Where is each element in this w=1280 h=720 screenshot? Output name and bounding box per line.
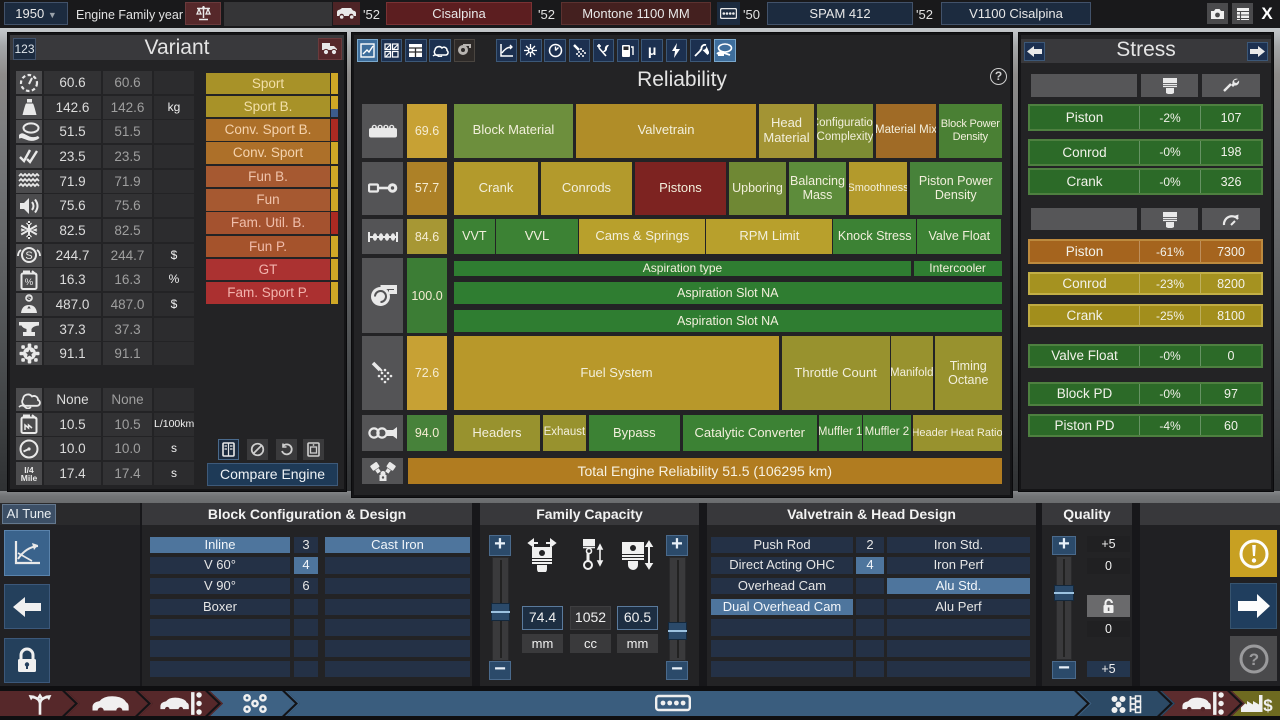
svg-text:S: S bbox=[27, 297, 31, 303]
svg-text:?: ? bbox=[1248, 650, 1258, 669]
svg-text:%: % bbox=[25, 277, 34, 288]
svg-text:S: S bbox=[25, 250, 32, 262]
svg-text:$: $ bbox=[1263, 696, 1273, 714]
